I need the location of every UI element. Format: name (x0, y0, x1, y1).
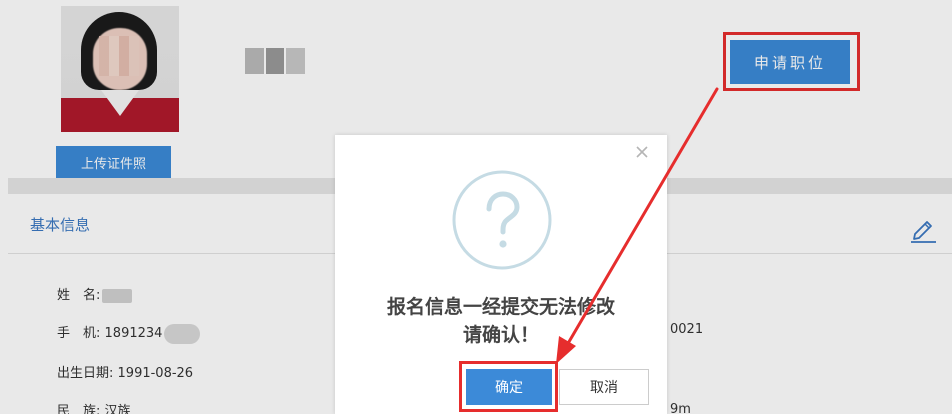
dialog-message-line1: 报名信息一经提交无法修改 (386, 296, 615, 318)
cancel-button[interactable]: 取消 (559, 369, 649, 405)
confirm-button[interactable]: 确定 (466, 369, 552, 405)
confirm-dialog: 报名信息一经提交无法修改 请确认！ 确定 取消 (335, 135, 667, 414)
page: 上传证件照 申请职位 基本信息 姓 名: 手 机: 1891234 出生日期: … (0, 0, 952, 414)
dialog-message: 报名信息一经提交无法修改 请确认！ (335, 293, 667, 349)
dialog-message-line2: 请确认！ (462, 324, 539, 346)
close-icon[interactable] (635, 145, 649, 159)
question-circle-icon (452, 170, 552, 270)
